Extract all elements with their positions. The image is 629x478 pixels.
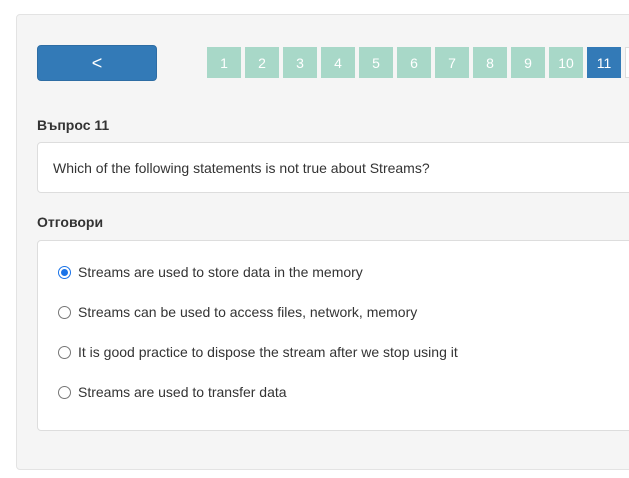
page-link-11-active[interactable]: 11 — [587, 47, 621, 78]
question-text: Which of the following statements is not… — [53, 159, 430, 176]
answer-label-1: Streams are used to store data in the me… — [78, 264, 363, 280]
answer-option-3[interactable]: It is good practice to dispose the strea… — [58, 344, 458, 360]
page-link-1[interactable]: 1 — [207, 47, 241, 78]
page-link-10[interactable]: 10 — [549, 47, 583, 78]
answer-label-2: Streams can be used to access files, net… — [78, 304, 418, 320]
page-link-3[interactable]: 3 — [283, 47, 317, 78]
page-link-next-partial[interactable] — [625, 47, 629, 78]
page-link-7[interactable]: 7 — [435, 47, 469, 78]
page-link-9[interactable]: 9 — [511, 47, 545, 78]
answer-label-3: It is good practice to dispose the strea… — [78, 344, 458, 360]
answer-option-2[interactable]: Streams can be used to access files, net… — [58, 304, 417, 320]
quiz-panel: < 1 2 3 4 5 6 7 8 9 10 11 Въпрос 11 Whic… — [16, 14, 629, 470]
page-link-6[interactable]: 6 — [397, 47, 431, 78]
answers-heading: Отговори — [37, 214, 104, 230]
radio-icon[interactable] — [58, 345, 71, 359]
page-link-4[interactable]: 4 — [321, 47, 355, 78]
question-text-box: Which of the following statements is not… — [37, 142, 629, 193]
page-link-5[interactable]: 5 — [359, 47, 393, 78]
page-link-8[interactable]: 8 — [473, 47, 507, 78]
answers-box: Streams are used to store data in the me… — [37, 240, 629, 431]
radio-icon[interactable] — [58, 385, 71, 399]
radio-checked-icon[interactable] — [58, 265, 71, 279]
back-button[interactable]: < — [37, 45, 157, 81]
page-link-2[interactable]: 2 — [245, 47, 279, 78]
radio-icon[interactable] — [58, 305, 71, 319]
answer-label-4: Streams are used to transfer data — [78, 384, 287, 400]
answer-option-4[interactable]: Streams are used to transfer data — [58, 384, 287, 400]
answer-option-1[interactable]: Streams are used to store data in the me… — [58, 264, 363, 280]
question-heading: Въпрос 11 — [37, 117, 110, 133]
question-pager: 1 2 3 4 5 6 7 8 9 10 11 — [207, 47, 629, 78]
